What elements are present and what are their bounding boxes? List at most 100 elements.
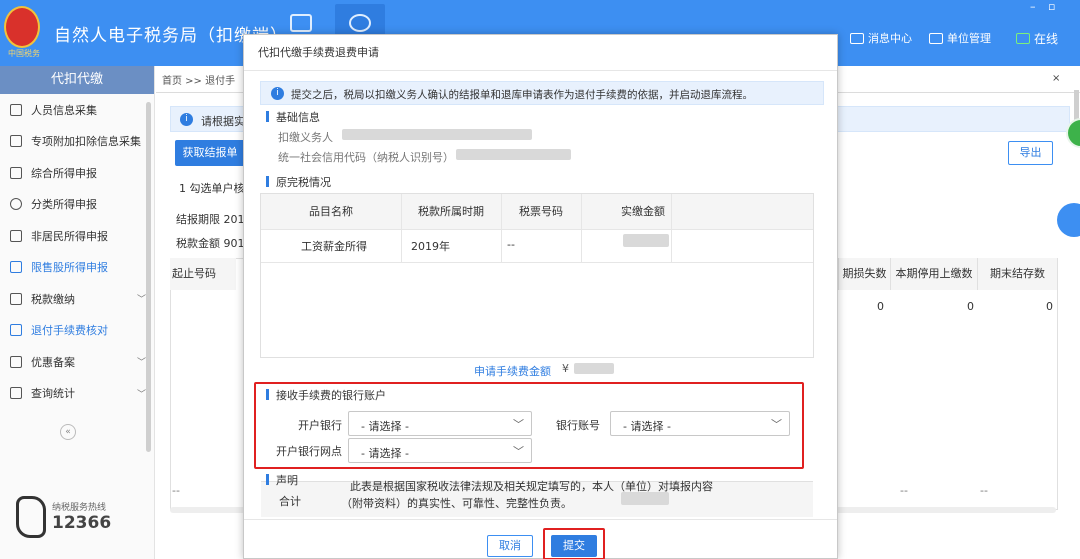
close-tab-icon[interactable]: × xyxy=(1052,73,1060,84)
table-header-cell: 期末结存数 xyxy=(977,258,1057,290)
info-icon: i xyxy=(180,113,193,126)
table-cell: -- xyxy=(172,484,180,497)
apply-fee-amount-redacted xyxy=(574,363,614,374)
online-status[interactable]: 在线 xyxy=(1016,30,1058,47)
layers-icon xyxy=(10,166,22,179)
row-divider xyxy=(261,262,813,263)
dialog-notice: i 提交之后，税局以扣缴义务人确认的结报单和退库申请表作为退付手续费的依据，并启… xyxy=(260,81,824,105)
hotline-label: 纳税服务热线 xyxy=(52,503,107,513)
credit-code-label: 统一社会信用代码（纳税人识别号） xyxy=(278,151,454,164)
refund-application-dialog: 代扣代缴手续费退费申请 i 提交之后，税局以扣缴义务人确认的结报单和退库申请表作… xyxy=(243,34,838,559)
table-header-cell: 本期停用上缴数 xyxy=(890,258,977,290)
declaration-text-1: 此表是根据国家税收法律法规及相关规定填写的，本人（单位）对填报内容 xyxy=(350,480,713,493)
table-header-cell: 期损失数 xyxy=(838,258,890,290)
sidebar-scrollbar[interactable] xyxy=(146,102,151,452)
sidebar-item-special-deduction[interactable]: 专项附加扣除信息采集 xyxy=(0,126,154,158)
table-header-cell: 实缴金额 xyxy=(581,194,671,229)
section-declaration: 声明 xyxy=(266,472,298,488)
person-icon xyxy=(10,103,22,116)
withholder-label: 扣缴义务人 xyxy=(278,131,333,144)
collapse-sidebar-button[interactable]: « xyxy=(60,424,76,440)
section-bank-account: 接收手续费的银行账户 xyxy=(266,387,386,403)
minimize-button[interactable]: – xyxy=(1030,0,1036,13)
unit-management-link[interactable]: 单位管理 xyxy=(929,30,991,46)
chevron-down-icon: ﹀ xyxy=(136,358,146,368)
footer-divider xyxy=(244,519,837,520)
row-divider xyxy=(261,229,813,230)
sidebar-item-preferential[interactable]: 优惠备案 ﹀ xyxy=(0,346,154,378)
pie-icon xyxy=(10,198,22,211)
col-divider xyxy=(671,194,672,262)
apply-fee-label: 申请手续费金额 xyxy=(474,365,551,378)
wallet-icon[interactable] xyxy=(290,14,312,32)
check-icon xyxy=(1016,33,1030,44)
chevron-down-icon: ﹀ xyxy=(136,389,146,400)
bank-select[interactable]: - 请选择 - ﹀ xyxy=(348,411,532,436)
branch-select[interactable]: - 请选择 - ﹀ xyxy=(348,438,532,463)
table-cell-item: 工资薪金所得 xyxy=(301,240,367,253)
message-center-link[interactable]: 消息中心 xyxy=(850,30,912,46)
document-icon xyxy=(10,324,22,337)
table-header-filler xyxy=(671,194,813,229)
amount-text: 税款金额 901 xyxy=(176,237,245,250)
sidebar-item-comprehensive[interactable]: 综合所得申报 xyxy=(0,157,154,189)
tax-paid-table: 品目名称 税款所属时期 税票号码 实缴金额 工资薪金所得 2019年 -- 合计… xyxy=(260,193,814,517)
col-divider xyxy=(581,194,582,262)
bank-label: 开户银行 xyxy=(298,419,342,432)
cancel-button[interactable]: 取消 xyxy=(487,535,533,557)
chevron-down-icon: ﹀ xyxy=(513,418,524,431)
withholder-value-redacted xyxy=(342,129,532,140)
table-header-cell: 税票号码 xyxy=(501,194,581,229)
person-globe-icon xyxy=(10,229,22,242)
branch-label: 开户银行网点 xyxy=(276,445,342,458)
dialog-title: 代扣代缴手续费退费申请 xyxy=(244,35,837,71)
step-text: 1 勾选单户核 xyxy=(179,182,245,195)
maximize-button[interactable]: ▫ xyxy=(1048,0,1055,13)
sidebar-item-classified[interactable]: 分类所得申报 xyxy=(0,189,154,221)
table-header-cell: 品目名称 xyxy=(261,194,401,229)
apply-fee-currency: ¥ xyxy=(562,362,569,375)
paid-amount-redacted xyxy=(623,234,669,247)
col-divider xyxy=(401,194,402,262)
copy-icon xyxy=(10,355,22,368)
chevron-down-icon: ﹀ xyxy=(771,418,782,431)
declaration-text-2: （附带资料）的真实性、可靠性、完整性负责。 xyxy=(341,497,572,510)
coins-icon[interactable] xyxy=(349,14,371,32)
chat-float-icon[interactable] xyxy=(1057,203,1080,237)
sidebar-item-nonresident[interactable]: 非居民所得申报 xyxy=(0,220,154,252)
emblem-text: 中国税务 xyxy=(8,49,40,58)
sidebar-item-restricted-shares[interactable]: 限售股所得申报 xyxy=(0,252,154,284)
sidebar-item-personnel[interactable]: 人员信息采集 xyxy=(0,94,154,126)
credit-code-value-redacted xyxy=(456,149,571,160)
fetch-statement-button[interactable]: 获取结报单 xyxy=(175,140,245,166)
total-label: 合计 xyxy=(279,495,301,508)
chevron-down-icon: ﹀ xyxy=(136,295,146,305)
section-basic-info: 基础信息 xyxy=(266,109,320,125)
sidebar-title: 代扣代缴 xyxy=(0,66,154,94)
table-cell: 0 xyxy=(877,300,884,313)
col-divider xyxy=(501,194,502,262)
submit-button[interactable]: 提交 xyxy=(551,535,597,557)
sidebar-item-refund-check[interactable]: 退付手续费核对 xyxy=(0,315,154,347)
chevron-down-icon: ﹀ xyxy=(513,445,524,458)
period-text: 结报期限 201 xyxy=(176,213,245,226)
table-header-cell: 税款所属时期 xyxy=(401,194,501,229)
folder-icon xyxy=(10,292,22,305)
sidebar-item-tax-payment[interactable]: 税款缴纳 ﹀ xyxy=(0,283,154,315)
hotline-logo-icon xyxy=(16,496,46,538)
table-cell-period: 2019年 xyxy=(411,240,450,253)
bar-chart-icon xyxy=(10,261,22,274)
table-cell: -- xyxy=(980,484,988,497)
tax-emblem-icon xyxy=(4,6,40,48)
sidebar-item-query[interactable]: 查询统计 ﹀ xyxy=(0,378,154,410)
section-tax-paid: 原完税情况 xyxy=(266,174,331,190)
account-label: 银行账号 xyxy=(556,419,600,432)
table-cell-ticket: -- xyxy=(507,238,515,251)
hotline-number: 12366 xyxy=(52,513,112,533)
mail-icon xyxy=(850,32,864,44)
table-cell: 0 xyxy=(1046,300,1053,313)
account-select[interactable]: - 请选择 - ﹀ xyxy=(610,411,790,436)
export-button[interactable]: 导出 xyxy=(1008,141,1053,165)
breadcrumb[interactable]: 首页 >> 退付手 xyxy=(162,72,235,87)
list-icon xyxy=(10,135,22,148)
